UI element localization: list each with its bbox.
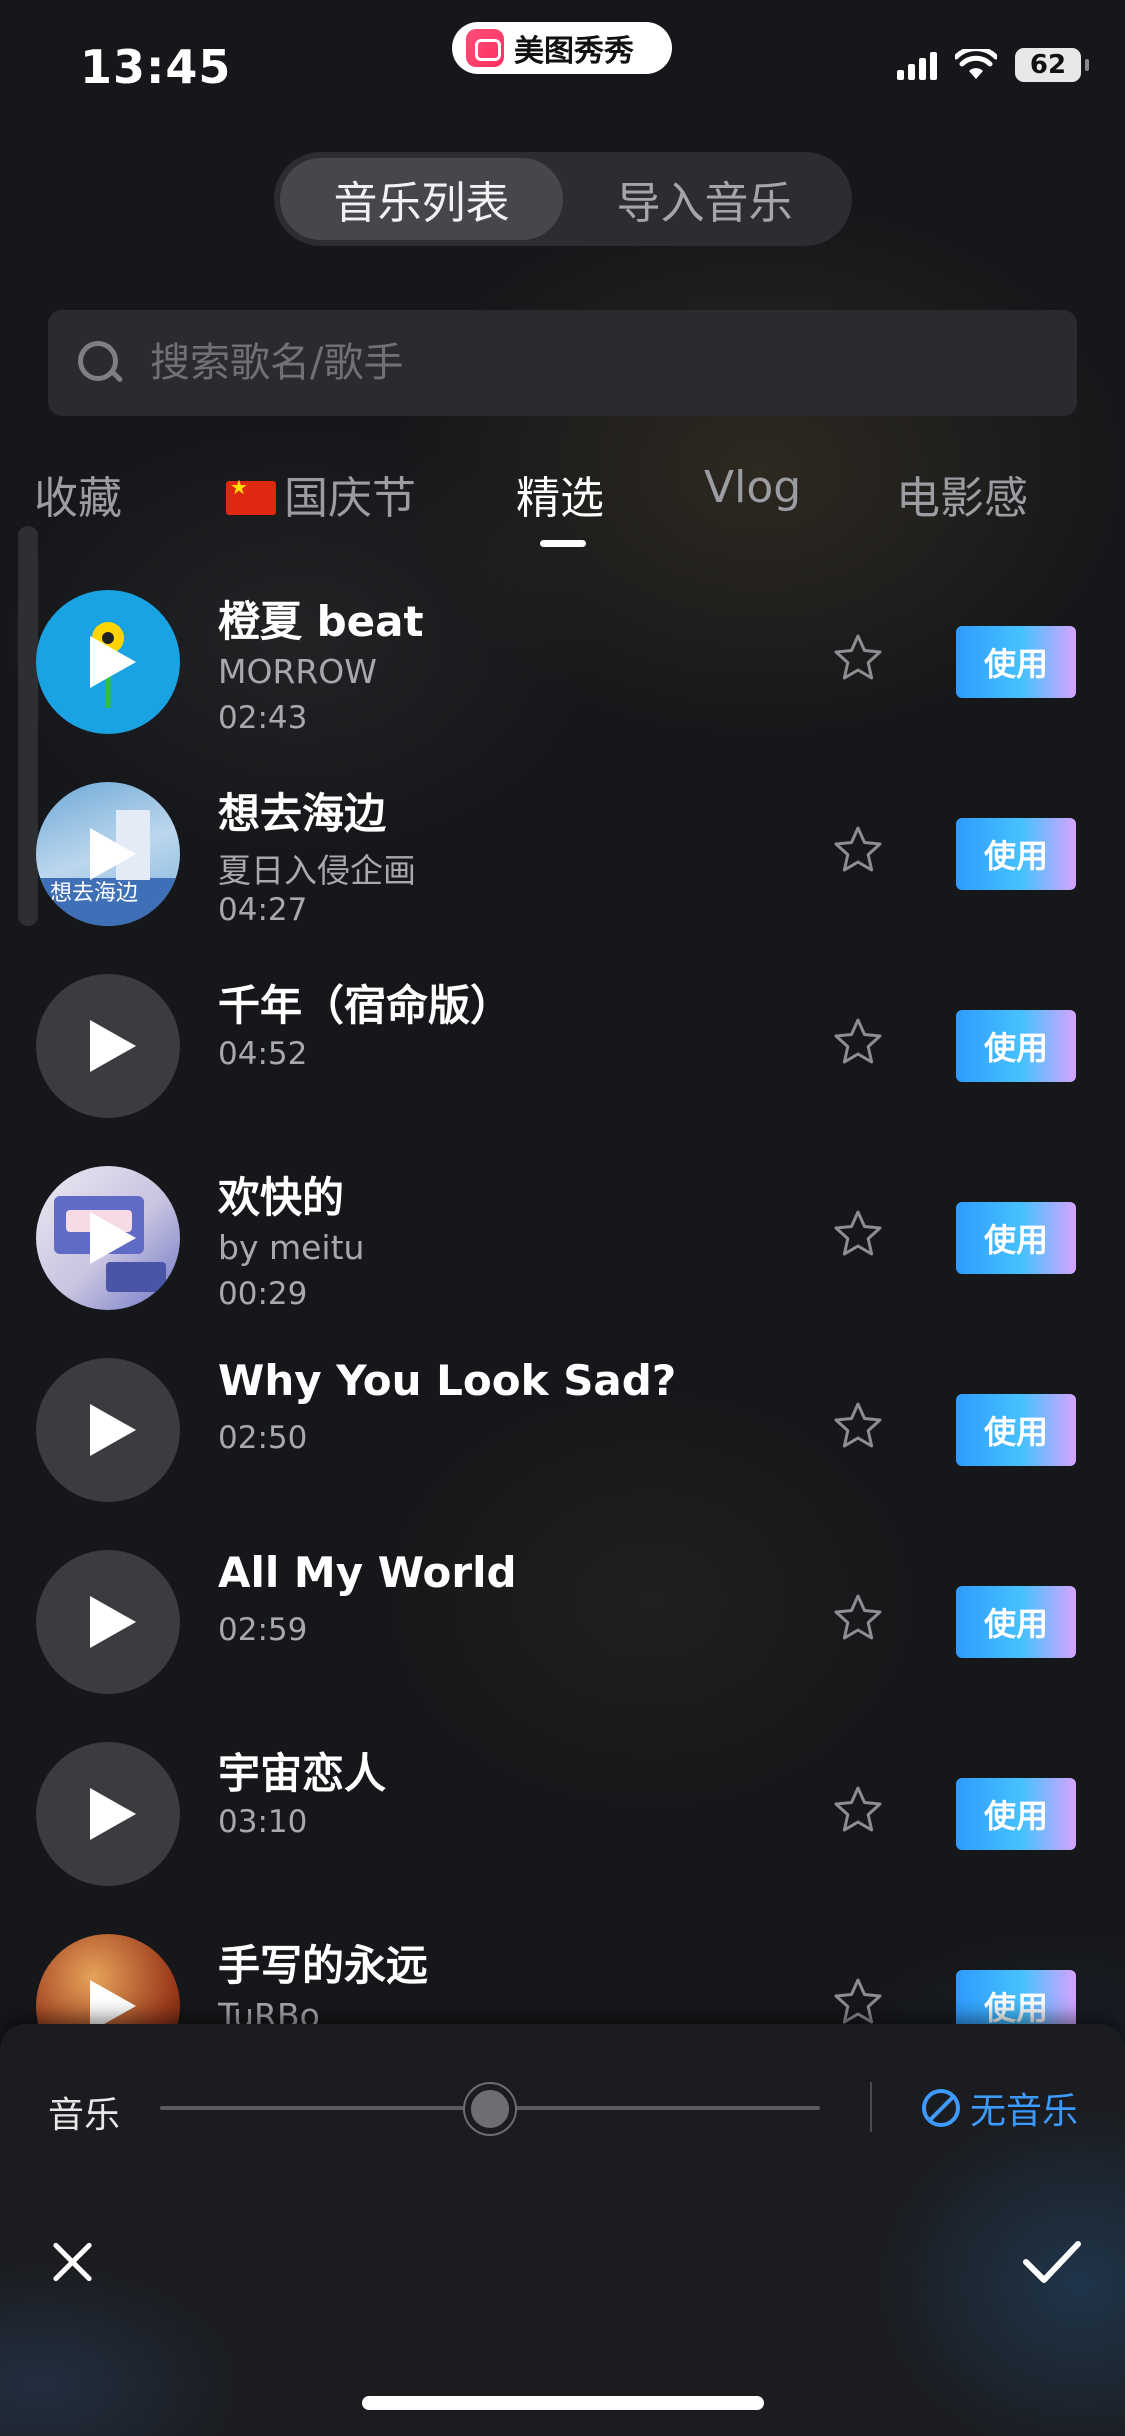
no-music-label: 无音乐 <box>970 2091 1079 2132</box>
song-artist: MORROW <box>218 652 377 691</box>
search-icon <box>76 339 124 387</box>
use-button[interactable]: 使用 <box>956 1586 1076 1658</box>
song-duration: 04:52 <box>218 1036 308 1072</box>
song-row[interactable]: 想去海边 想去海边 夏日入侵企画 04:27 使用 <box>0 764 1125 956</box>
star-icon[interactable] <box>832 1400 884 1452</box>
song-title: Why You Look Sad? <box>218 1356 677 1405</box>
tab-national-day[interactable]: 国庆节 <box>226 462 416 526</box>
status-icons: 62 <box>897 46 1089 82</box>
song-title: 欢快的 <box>218 1173 345 1222</box>
song-title: 想去海边 <box>218 789 387 838</box>
close-icon[interactable] <box>40 2230 104 2294</box>
use-button[interactable]: 使用 <box>956 1970 1076 2024</box>
song-duration: 02:50 <box>218 1420 308 1456</box>
tab-import-music[interactable]: 导入音乐 <box>563 158 846 240</box>
music-source-segment: 音乐列表 导入音乐 <box>274 152 852 246</box>
tab-cinematic[interactable]: 电影感 <box>896 462 1028 526</box>
meitu-logo-icon <box>466 29 504 67</box>
song-title: 橙夏 beat <box>218 597 424 646</box>
no-music-button[interactable]: 无音乐 <box>922 2082 1078 2134</box>
bottom-panel: 音乐 无音乐 <box>0 2024 1125 2436</box>
song-cover[interactable]: 想去海边 <box>36 782 180 926</box>
tab-featured[interactable]: 精选 <box>516 462 604 526</box>
play-icon <box>90 1596 136 1648</box>
china-flag-icon <box>226 475 276 515</box>
status-bar: 13:45 美图秀秀 62 <box>0 0 1125 130</box>
song-cover[interactable] <box>36 974 180 1118</box>
star-icon[interactable] <box>832 1976 884 2024</box>
song-artist: 夏日入侵企画 <box>218 851 416 890</box>
use-button[interactable]: 使用 <box>956 1202 1076 1274</box>
song-title: 宇宙恋人 <box>218 1749 387 1798</box>
category-tabs: 收藏 国庆节 精选 Vlog 电影感 <box>0 462 1125 552</box>
song-cover[interactable] <box>36 1166 180 1310</box>
tab-favorites[interactable]: 收藏 <box>34 462 122 526</box>
use-button[interactable]: 使用 <box>956 626 1076 698</box>
active-tab-indicator <box>540 540 586 547</box>
play-icon <box>90 1020 136 1072</box>
star-icon[interactable] <box>832 1784 884 1836</box>
svg-text:想去海边: 想去海边 <box>50 881 138 906</box>
song-cover[interactable] <box>36 590 180 734</box>
song-artist: by meitu <box>218 1228 365 1267</box>
use-button[interactable]: 使用 <box>956 818 1076 890</box>
no-music-icon <box>922 2089 960 2127</box>
song-duration: 04:27 <box>218 892 308 928</box>
song-row[interactable]: 橙夏 beat MORROW 02:43 使用 <box>0 572 1125 764</box>
play-icon <box>90 1980 136 2024</box>
app-indicator-pill[interactable]: 美图秀秀 <box>452 22 672 74</box>
use-button[interactable]: 使用 <box>956 1010 1076 1082</box>
star-icon[interactable] <box>832 1208 884 1260</box>
song-cover[interactable] <box>36 1742 180 1886</box>
song-row[interactable]: 欢快的 by meitu 00:29 使用 <box>0 1148 1125 1340</box>
song-duration: 00:29 <box>218 1276 308 1312</box>
tab-vlog[interactable]: Vlog <box>704 462 801 513</box>
song-cover[interactable] <box>36 1550 180 1694</box>
search-bar[interactable] <box>48 310 1077 416</box>
song-duration: 03:10 <box>218 1804 308 1840</box>
star-icon[interactable] <box>832 824 884 876</box>
song-row[interactable]: All My World 02:59 使用 <box>0 1532 1125 1724</box>
song-row[interactable]: Why You Look Sad? 02:50 使用 <box>0 1340 1125 1532</box>
song-row[interactable]: 宇宙恋人 03:10 使用 <box>0 1724 1125 1916</box>
song-cover[interactable] <box>36 1934 180 2024</box>
song-title: All My World <box>218 1548 517 1597</box>
song-title: 千年（宿命版） <box>218 981 513 1030</box>
wifi-icon <box>953 46 999 81</box>
use-button[interactable]: 使用 <box>956 1394 1076 1466</box>
home-indicator <box>362 2396 764 2410</box>
search-input[interactable] <box>150 340 1030 386</box>
star-icon[interactable] <box>832 1016 884 1068</box>
volume-slider-knob[interactable] <box>465 2084 515 2134</box>
play-icon <box>90 1212 136 1264</box>
divider <box>870 2082 872 2132</box>
song-title: 手写的永远 <box>218 1941 429 1990</box>
star-icon[interactable] <box>832 632 884 684</box>
check-icon[interactable] <box>1020 2238 1084 2286</box>
status-time: 13:45 <box>80 40 232 94</box>
music-volume-label: 音乐 <box>48 2095 121 2136</box>
song-row[interactable]: 手写的永远 TuRBo 使用 <box>0 1916 1125 2024</box>
song-cover[interactable] <box>36 1358 180 1502</box>
app-name: 美图秀秀 <box>514 34 634 69</box>
song-duration: 02:43 <box>218 700 308 736</box>
play-icon <box>90 1404 136 1456</box>
use-button[interactable]: 使用 <box>956 1778 1076 1850</box>
play-icon <box>90 828 136 880</box>
song-duration: 02:59 <box>218 1612 308 1648</box>
battery-icon: 62 <box>1015 48 1089 82</box>
tab-national-day-label: 国庆节 <box>284 473 416 524</box>
play-icon <box>90 1788 136 1840</box>
song-list: 橙夏 beat MORROW 02:43 使用 想去海边 想去海边 夏日入侵企画… <box>0 572 1125 2024</box>
star-icon[interactable] <box>832 1592 884 1644</box>
song-row[interactable]: 千年（宿命版） 04:52 使用 <box>0 956 1125 1148</box>
song-artist: TuRBo <box>218 1996 320 2024</box>
signal-icon <box>897 50 937 80</box>
tab-music-list[interactable]: 音乐列表 <box>280 158 563 240</box>
play-icon <box>90 636 136 688</box>
